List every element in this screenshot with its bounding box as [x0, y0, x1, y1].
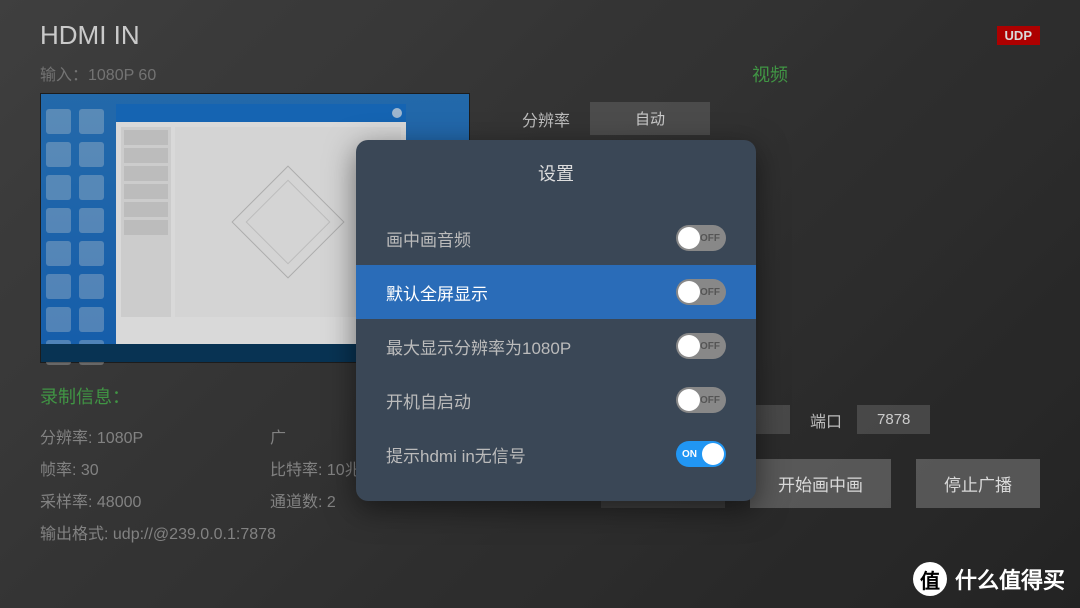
udp-badge: UDP — [997, 26, 1040, 45]
toggle-knob — [678, 389, 700, 411]
page-title: HDMI IN — [40, 20, 140, 51]
toggle-state-text: OFF — [700, 395, 720, 406]
toggle-state-text: OFF — [700, 341, 720, 352]
modal-setting-label: 开机自启动 — [386, 388, 471, 413]
toggle-state-text: OFF — [700, 233, 720, 244]
toggle-switch[interactable]: OFF — [676, 225, 726, 251]
preview-desktop-icons — [46, 109, 106, 349]
modal-setting-row[interactable]: 开机自启动 OFF — [356, 373, 756, 427]
modal-setting-row[interactable]: 最大显示分辨率为1080P OFF — [356, 319, 756, 373]
toggle-knob — [678, 227, 700, 249]
rec-output-format: 输出格式: udp://@239.0.0.1:7878 — [40, 520, 470, 544]
modal-setting-row[interactable]: 提示hdmi in无信号 ON — [356, 427, 756, 481]
video-section-title: 视频 — [500, 61, 1040, 87]
modal-setting-label: 画中画音频 — [386, 226, 471, 251]
watermark-icon: 值 — [913, 562, 947, 596]
modal-setting-row[interactable]: 默认全屏显示 OFF — [356, 265, 756, 319]
stop-broadcast-button[interactable]: 停止广播 — [916, 459, 1040, 508]
video-row-label: 分辨率 — [500, 107, 570, 131]
rec-resolution: 分辨率: 1080P — [40, 424, 240, 448]
rec-framerate: 帧率: 30 — [40, 456, 240, 480]
modal-setting-row[interactable]: 画中画音频 OFF — [356, 211, 756, 265]
modal-title: 设置 — [356, 160, 756, 186]
toggle-knob — [678, 281, 700, 303]
settings-modal: 设置 画中画音频OFF默认全屏显示OFF最大显示分辨率为1080POFF开机自启… — [356, 140, 756, 501]
start-pip-button[interactable]: 开始画中画 — [750, 459, 891, 508]
modal-setting-label: 默认全屏显示 — [386, 280, 488, 305]
modal-setting-label: 提示hdmi in无信号 — [386, 442, 526, 467]
toggle-switch[interactable]: ON — [676, 441, 726, 467]
toggle-switch[interactable]: OFF — [676, 279, 726, 305]
modal-setting-label: 最大显示分辨率为1080P — [386, 334, 571, 359]
toggle-switch[interactable]: OFF — [676, 387, 726, 413]
video-row-value[interactable]: 自动 — [590, 102, 710, 135]
port-label: 端口 — [810, 408, 842, 432]
input-resolution-label: 输入：1080P 60 — [40, 61, 470, 85]
toggle-state-text: OFF — [700, 287, 720, 298]
toggle-switch[interactable]: OFF — [676, 333, 726, 359]
watermark: 值 什么值得买 — [913, 562, 1065, 596]
toggle-state-text: ON — [682, 449, 697, 460]
rec-samplerate: 采样率: 48000 — [40, 488, 240, 512]
watermark-text: 什么值得买 — [955, 563, 1065, 595]
toggle-knob — [702, 443, 724, 465]
port-value[interactable]: 7878 — [857, 405, 930, 434]
toggle-knob — [678, 335, 700, 357]
